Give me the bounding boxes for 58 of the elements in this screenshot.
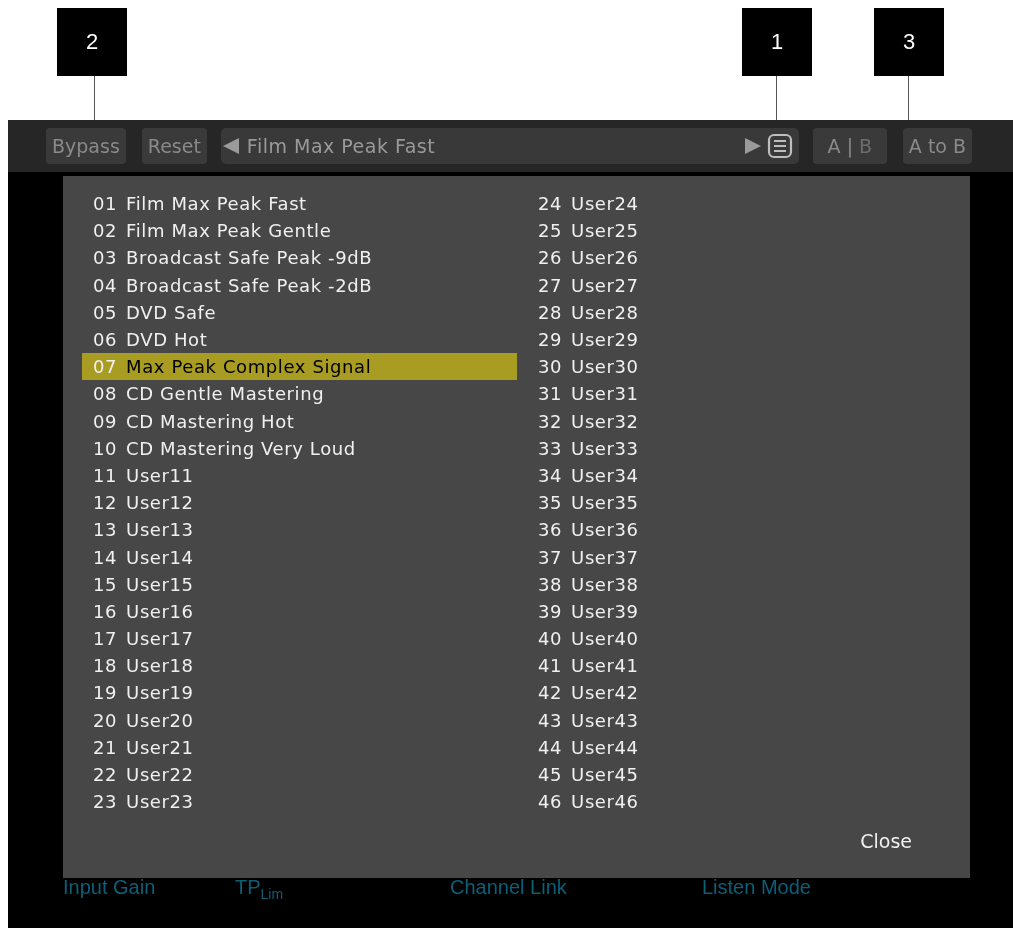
preset-item[interactable]: 32 User32 <box>527 407 970 435</box>
preset-item[interactable]: 45 User45 <box>527 760 970 789</box>
preset-item[interactable]: 38 User38 <box>527 570 970 598</box>
preset-item[interactable]: 26 User26 <box>527 244 970 272</box>
preset-item[interactable]: 08 CD Gentle Mastering <box>82 380 517 408</box>
preset-item[interactable]: 43 User43 <box>527 706 970 734</box>
preset-item[interactable]: 07 Max Peak Complex Signal <box>82 353 517 381</box>
preset-item[interactable]: 21 User21 <box>82 733 517 761</box>
preset-name: Film Max Peak Fast <box>246 135 437 157</box>
preset-item[interactable]: 02 Film Max Peak Gentle <box>82 217 517 245</box>
preset-item[interactable]: 27 User27 <box>527 271 970 299</box>
preset-item[interactable]: 29 User29 <box>527 325 970 354</box>
preset-item[interactable]: 19 User19 <box>82 679 517 707</box>
preset-item[interactable]: 33 User33 <box>527 434 970 462</box>
preset-item[interactable]: 35 User35 <box>527 489 970 517</box>
preset-item[interactable]: 23 User23 <box>82 788 517 816</box>
preset-item[interactable]: 05 DVD Safe <box>82 298 517 326</box>
preset-item[interactable]: 39 User39 <box>527 597 970 625</box>
preset-item[interactable]: 06 DVD Hot <box>82 325 517 354</box>
preset-item[interactable]: 14 User14 <box>82 543 517 571</box>
preset-item[interactable]: 11 User11 <box>82 461 517 490</box>
preset-item[interactable]: 04 Broadcast Safe Peak -2dB <box>82 271 517 299</box>
control-label: Input Gain <box>63 876 156 899</box>
control-label: TP$_{Lim}$ <box>235 876 284 902</box>
preset-item[interactable]: 03 Broadcast Safe Peak -9dB <box>82 244 517 272</box>
preset-item[interactable]: 31 User31 <box>527 380 970 408</box>
preset-item[interactable]: 34 User34 <box>527 461 970 490</box>
preset-selector[interactable]: Film Max Peak Fast <box>220 128 799 164</box>
list-icon[interactable] <box>766 133 793 159</box>
preset-item[interactable]: 42 User42 <box>527 679 970 707</box>
preset-item[interactable]: 10 CD Mastering Very Loud <box>82 434 517 462</box>
callout-marker: 2 <box>57 8 127 76</box>
control-label: Listen Mode <box>702 876 811 899</box>
preset-item[interactable]: 12 User12 <box>82 489 517 517</box>
close-button[interactable]: Close <box>860 830 912 852</box>
preset-item[interactable]: 46 User46 <box>527 788 970 816</box>
control-label: Channel Link <box>450 876 567 899</box>
preset-item[interactable]: 37 User37 <box>527 543 970 571</box>
preset-item[interactable]: 20 User20 <box>82 706 517 734</box>
preset-item[interactable]: 15 User15 <box>82 570 517 598</box>
preset-item[interactable]: 40 User40 <box>527 625 970 653</box>
preset-item[interactable]: 13 User13 <box>82 516 517 544</box>
preset-item[interactable]: 22 User22 <box>82 760 517 789</box>
callout-marker: 3 <box>874 8 944 76</box>
preset-item[interactable]: 25 User25 <box>527 217 970 245</box>
preset-item[interactable]: 16 User16 <box>82 597 517 625</box>
next-icon[interactable] <box>742 136 763 156</box>
preset-item[interactable]: 30 User30 <box>527 353 970 381</box>
preset-item[interactable]: 41 User41 <box>527 652 970 680</box>
preset-item[interactable]: 24 User24 <box>527 190 970 218</box>
preset-item[interactable]: 44 User44 <box>527 733 970 761</box>
preset-item[interactable]: 28 User28 <box>527 298 970 326</box>
preset-item[interactable]: 17 User17 <box>82 625 517 653</box>
preset-item[interactable]: 36 User36 <box>527 516 970 544</box>
callout-marker: 1 <box>742 8 812 76</box>
preset-item[interactable]: 18 User18 <box>82 652 517 680</box>
preset-item[interactable]: 09 CD Mastering Hot <box>82 407 517 435</box>
preset-item[interactable]: 01 Film Max Peak Fast <box>82 190 517 218</box>
